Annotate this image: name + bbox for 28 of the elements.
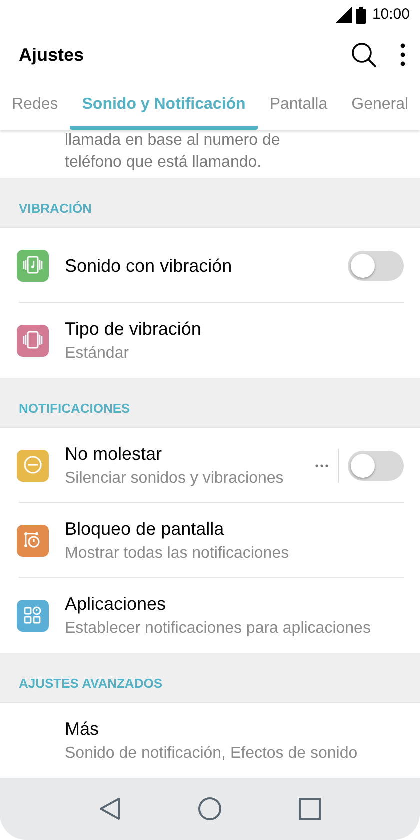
item-title: No molestar [65,442,164,466]
battery-icon [356,6,366,24]
description-text: teléfono que está llamando. [65,153,263,173]
item-subtitle: Estándar [65,344,130,364]
item-title: Más [65,718,100,740]
home-icon[interactable] [198,797,222,821]
item-title: Bloqueo de pantalla [65,518,226,540]
app-title: Ajustes [19,44,86,67]
clock: 10:00 [372,4,410,25]
section-header: VIBRACIÓN [19,200,92,218]
description-text: llamada en base al numero de [65,131,282,151]
search-icon[interactable] [350,41,378,69]
toggle-switch[interactable] [348,250,404,280]
recents-icon[interactable] [299,798,322,820]
item-title: Tipo de vibración [65,318,202,340]
item-title: Sonido con vibración [65,254,234,278]
item-subtitle: Mostrar todas las notificaciones [65,544,290,564]
section-header: NOTIFICACIONES [19,400,130,418]
section-header: AJUSTES AVANZADOS [19,674,162,692]
signal-icon [336,7,352,23]
toggle-switch[interactable] [348,450,404,480]
item-subtitle: Sonido de notificación, Efectos de sonido [65,744,359,764]
item-subtitle: Establecer notificaciones para aplicaciones [65,618,372,638]
back-icon[interactable] [98,797,121,821]
more-options-icon[interactable] [400,43,406,67]
more-dots-icon[interactable] [315,464,329,468]
item-title: Aplicaciones [65,592,168,616]
item-subtitle: Silenciar sonidos y vibraciones [65,468,285,488]
